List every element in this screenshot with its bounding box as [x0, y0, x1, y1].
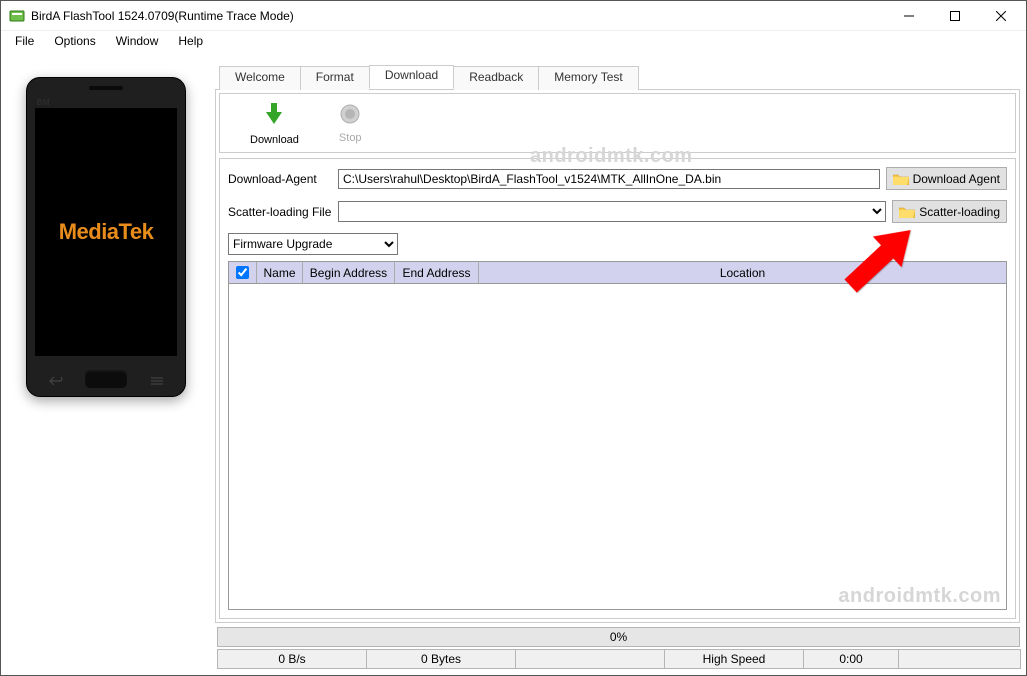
folder-icon	[893, 173, 909, 185]
phone-menu-icon	[149, 373, 165, 383]
partition-table: Name Begin Address End Address Location	[228, 261, 1007, 610]
scatter-file-field[interactable]	[338, 201, 886, 222]
phone-home-button	[85, 370, 127, 388]
flash-mode-select[interactable]: Firmware Upgrade	[228, 233, 398, 255]
menu-options[interactable]: Options	[44, 32, 105, 50]
status-bytes: 0 Bytes	[366, 649, 516, 669]
tab-welcome[interactable]: Welcome	[219, 66, 301, 90]
download-agent-field[interactable]	[338, 169, 880, 189]
config-panel: androidmtk.com Download-Agent Download A…	[219, 158, 1016, 619]
status-elapsed: 0:00	[803, 649, 899, 669]
phone-back-icon	[49, 373, 65, 383]
folder-icon	[899, 206, 915, 218]
scatter-loading-browse-button[interactable]: Scatter-loading	[892, 200, 1007, 223]
menu-bar: File Options Window Help	[1, 31, 1026, 51]
maximize-button[interactable]	[932, 1, 978, 30]
column-begin-address[interactable]: Begin Address	[303, 262, 395, 283]
status-usb-rate: High Speed	[664, 649, 804, 669]
app-icon	[9, 8, 25, 24]
column-location[interactable]: Location	[479, 262, 1006, 283]
window-controls	[886, 1, 1024, 30]
phone-mockup: BM MediaTek	[26, 77, 186, 397]
tab-content: Download Stop androidmtk.com Download-Ag…	[215, 89, 1020, 623]
column-checkbox[interactable]	[229, 262, 257, 283]
tab-download[interactable]: Download	[369, 65, 454, 89]
status-strip: 0 B/s 0 Bytes High Speed 0:00	[217, 649, 1020, 669]
tab-readback[interactable]: Readback	[453, 66, 539, 90]
stop-action-label: Stop	[339, 132, 362, 144]
phone-corner-label: BM	[37, 98, 50, 107]
window-titlebar: BirdA FlashTool 1524.0709(Runtime Trace …	[1, 1, 1026, 31]
tab-strip: Welcome Format Download Readback Memory …	[215, 65, 1020, 89]
action-toolbar: Download Stop	[219, 93, 1016, 153]
download-action-button[interactable]: Download	[250, 101, 299, 146]
window-title: BirdA FlashTool 1524.0709(Runtime Trace …	[31, 9, 886, 23]
progress-percent: 0%	[610, 630, 627, 644]
download-action-label: Download	[250, 134, 299, 146]
minimize-button[interactable]	[886, 1, 932, 30]
download-agent-label: Download-Agent	[228, 172, 338, 186]
column-end-address[interactable]: End Address	[395, 262, 479, 283]
partition-table-body	[229, 284, 1006, 609]
phone-brand-logo: MediaTek	[59, 219, 154, 245]
close-button[interactable]	[978, 1, 1024, 30]
progress-bar: 0%	[217, 627, 1020, 647]
column-name[interactable]: Name	[257, 262, 303, 283]
download-arrow-icon	[261, 101, 287, 130]
status-speed: 0 B/s	[217, 649, 367, 669]
stop-icon	[339, 103, 361, 128]
status-empty	[898, 649, 1021, 669]
download-agent-browse-button[interactable]: Download Agent	[886, 167, 1007, 190]
scatter-loading-button-label: Scatter-loading	[919, 205, 1000, 219]
tab-memory-test[interactable]: Memory Test	[538, 66, 638, 90]
select-all-checkbox[interactable]	[236, 266, 249, 279]
stop-action-button: Stop	[339, 103, 362, 144]
tab-format[interactable]: Format	[300, 66, 370, 90]
download-agent-button-label: Download Agent	[913, 172, 1000, 186]
menu-file[interactable]: File	[5, 32, 44, 50]
status-spacer	[515, 649, 665, 669]
partition-table-header: Name Begin Address End Address Location	[229, 262, 1006, 284]
menu-window[interactable]: Window	[106, 32, 169, 50]
status-bar: 0% 0 B/s 0 Bytes High Speed 0:00	[1, 623, 1026, 675]
scatter-file-label: Scatter-loading File	[228, 205, 338, 219]
menu-help[interactable]: Help	[168, 32, 213, 50]
device-preview-panel: BM MediaTek	[7, 55, 205, 623]
